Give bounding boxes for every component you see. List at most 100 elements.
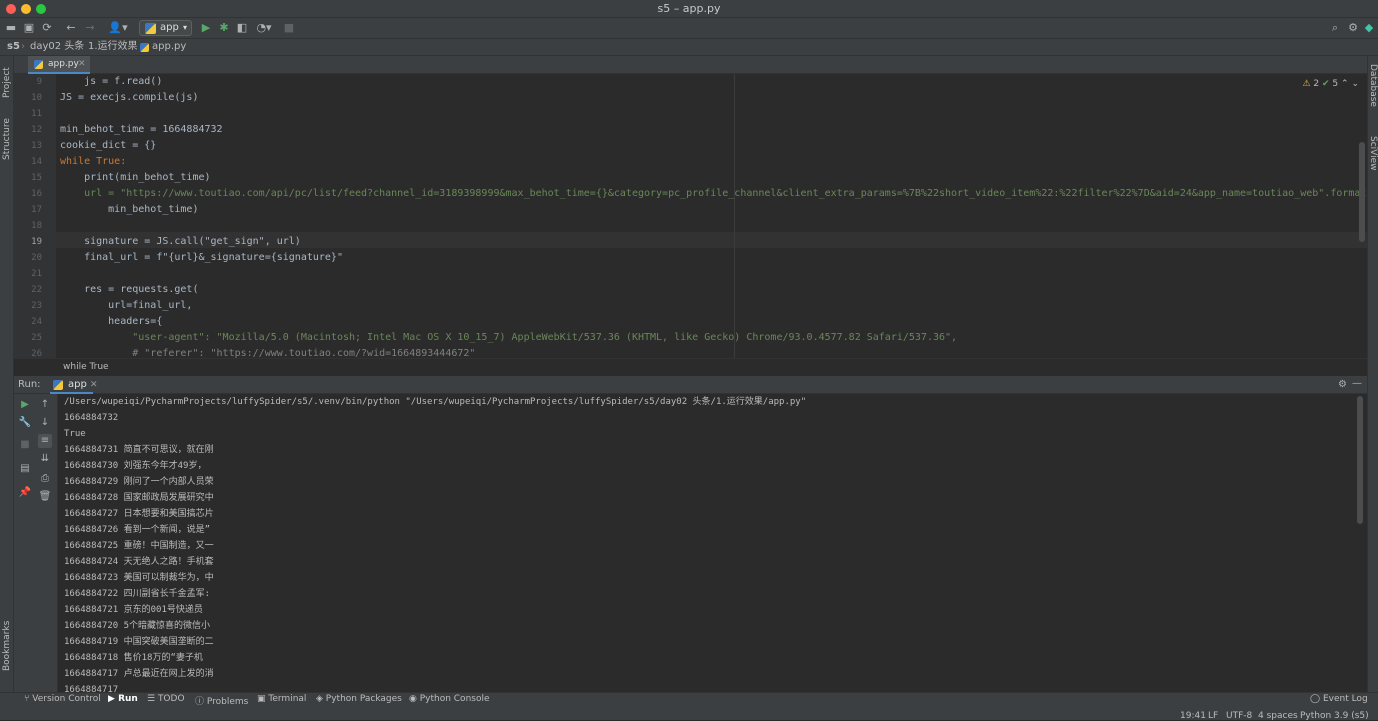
problems-tool-button[interactable]: ⓘ Problems (195, 694, 248, 707)
search-icon[interactable]: ⌕ (1328, 21, 1342, 35)
chevron-down-icon[interactable]: ⌄ (1351, 79, 1359, 89)
python-packages-label: Python Packages (325, 694, 402, 704)
gear-icon[interactable]: ⚙ (1338, 376, 1347, 394)
terminal-label: Terminal (268, 694, 307, 704)
minimize-panel-icon[interactable]: — (1352, 375, 1362, 393)
run-tab-app[interactable]: app (50, 376, 93, 394)
pin-icon[interactable]: 📌 (18, 486, 32, 500)
chevron-up-icon[interactable]: ⌃ (1341, 79, 1349, 89)
code-breadcrumb[interactable]: while True (14, 358, 1367, 375)
line-number: 24 (31, 317, 42, 327)
line-number: 20 (31, 253, 42, 263)
console-line: 1664884728 国家邮政局发展研究中 (64, 493, 214, 503)
trash-icon[interactable]: 🗑 (38, 490, 52, 504)
editor-tab-app-py[interactable]: app.py ✕ (28, 56, 90, 74)
structure-tool-tab[interactable]: Structure (2, 118, 12, 160)
layout-icon[interactable]: ▤ (18, 462, 32, 476)
editor-tab-bar: app.py ✕ (14, 56, 1367, 74)
run-icon[interactable]: ▶ (199, 21, 213, 35)
line-number: 11 (31, 109, 42, 119)
console-line: 1664884729 刚问了一个内部人员荣 (64, 477, 214, 487)
profile-icon[interactable]: ◔▾ (253, 21, 275, 35)
scroll-to-end-icon[interactable]: ⇊ (38, 452, 52, 466)
vcs-user-icon[interactable]: 👤▾ (106, 21, 130, 35)
soft-wrap-icon[interactable]: ≡ (38, 434, 52, 448)
version-control-label: Version Control (32, 694, 101, 704)
line-number: 17 (31, 205, 42, 215)
close-tab-icon[interactable]: ✕ (78, 56, 86, 73)
breadcrumb-folder[interactable]: day02 头条 (30, 39, 84, 55)
code-editor[interactable]: 9 10 11 12 13 14 15 16 17 18 19 20 21 22… (14, 74, 1367, 358)
event-log-button[interactable]: ◯ Event Log (1310, 694, 1368, 704)
line-number: 10 (31, 93, 42, 103)
right-margin-guide (734, 74, 735, 358)
code-line: headers={ (60, 316, 163, 327)
console-line: 1664884717 卢总最近在网上发的消 (64, 669, 214, 679)
python-packages-tool-button[interactable]: ◈ Python Packages (316, 694, 402, 704)
bookmarks-tool-tab[interactable]: Bookmarks (2, 621, 12, 671)
debug-icon[interactable]: ✱ (217, 21, 231, 35)
check-icon: ✔ (1322, 79, 1330, 89)
run-toolbar: ▶ 🔧 ■ ▤ 📌 ↑ ↓ ≡ ⇊ ⎙ 🗑 (14, 394, 58, 692)
terminal-tool-button[interactable]: ▣ Terminal (257, 694, 306, 704)
problems-label: Problems (206, 697, 249, 707)
run-configuration-select[interactable]: app ▾ (139, 20, 192, 36)
breadcrumb-separator: › (79, 41, 83, 52)
arrow-down-icon[interactable]: ↓ (38, 416, 52, 430)
python-file-icon (53, 380, 63, 390)
breadcrumb: s5 › day02 头条 › 1.运行效果 › app.py (0, 39, 1378, 56)
project-tool-tab[interactable]: Project (2, 67, 12, 98)
save-icon[interactable]: ▣ (22, 21, 36, 35)
rerun-icon[interactable]: ▶ (18, 398, 32, 412)
run-tool-button[interactable]: ▶ Run (108, 694, 138, 704)
left-tool-strip: Project Structure Bookmarks (0, 56, 14, 692)
stop-icon[interactable]: ■ (282, 21, 296, 35)
stop-icon[interactable]: ■ (18, 438, 32, 452)
code-line: JS = execjs.compile(js) (60, 92, 199, 103)
arrow-up-icon[interactable]: ↑ (38, 398, 52, 412)
warning-count: 2 (1313, 79, 1320, 89)
breadcrumb-separator: › (130, 41, 134, 52)
breadcrumb-separator: › (21, 41, 25, 52)
todo-tool-button[interactable]: ☰ TODO (147, 694, 185, 704)
python-console-label: Python Console (419, 694, 490, 704)
sciview-tool-tab[interactable]: SciView (1368, 136, 1378, 171)
run-panel-label: Run: (18, 379, 41, 390)
code-line: min_behot_time = 1664884732 (60, 124, 223, 135)
python-console-tool-button[interactable]: ◉ Python Console (409, 694, 490, 704)
print-icon[interactable]: ⎙ (38, 472, 52, 486)
line-number: 13 (31, 141, 42, 151)
close-tab-icon[interactable]: ✕ (90, 376, 98, 394)
code-line: "user-agent": "Mozilla/5.0 (Macintosh; I… (60, 332, 958, 343)
code-line: cookie_dict = {} (60, 140, 157, 151)
console-scrollbar[interactable] (1357, 396, 1363, 524)
version-control-tool-button[interactable]: ⑂ Version Control (24, 694, 101, 704)
back-arrow-icon[interactable]: ← (64, 21, 78, 35)
sync-icon[interactable]: ⟳ (40, 21, 54, 35)
breadcrumb-project[interactable]: s5 (7, 39, 20, 55)
console-line: 1664884722 四川副省长千金孟军: (64, 589, 211, 599)
line-number: 23 (31, 301, 42, 311)
warning-icon: ⚠ (1302, 79, 1311, 89)
assistant-icon[interactable]: ◆ (1362, 21, 1376, 35)
console-line: /Users/wupeiqi/PycharmProjects/luffySpid… (64, 397, 807, 407)
code-line: signature = JS.call("get_sign", url) (60, 236, 301, 247)
console-line: 1664884719 中国突破美国垄断的二 (64, 637, 214, 647)
line-number: 15 (31, 173, 42, 183)
settings-icon[interactable]: ⚙ (1346, 21, 1360, 35)
python-file-icon (145, 23, 156, 34)
database-tool-tab[interactable]: Database (1368, 64, 1378, 107)
console-line: 1664884726 看到一个新闻，说是” (64, 525, 211, 535)
run-console[interactable]: /Users/wupeiqi/PycharmProjects/luffySpid… (58, 394, 1367, 692)
python-file-icon (34, 60, 43, 69)
coverage-icon[interactable]: ◧ (235, 21, 249, 35)
line-number: 12 (31, 125, 42, 135)
wrench-icon[interactable]: 🔧 (18, 416, 32, 430)
editor-scrollbar[interactable] (1359, 142, 1365, 242)
run-panel-header: Run: app ✕ ⚙ — (14, 375, 1367, 394)
breadcrumb-file[interactable]: app.py (152, 39, 186, 55)
open-folder-icon[interactable]: ▬ (4, 21, 18, 35)
inspection-widget[interactable]: ⚠ 2 ✔ 5 ⌃ ⌄ (1302, 79, 1359, 89)
forward-arrow-icon[interactable]: → (83, 21, 97, 35)
right-tool-strip: Database SciView (1367, 56, 1378, 692)
